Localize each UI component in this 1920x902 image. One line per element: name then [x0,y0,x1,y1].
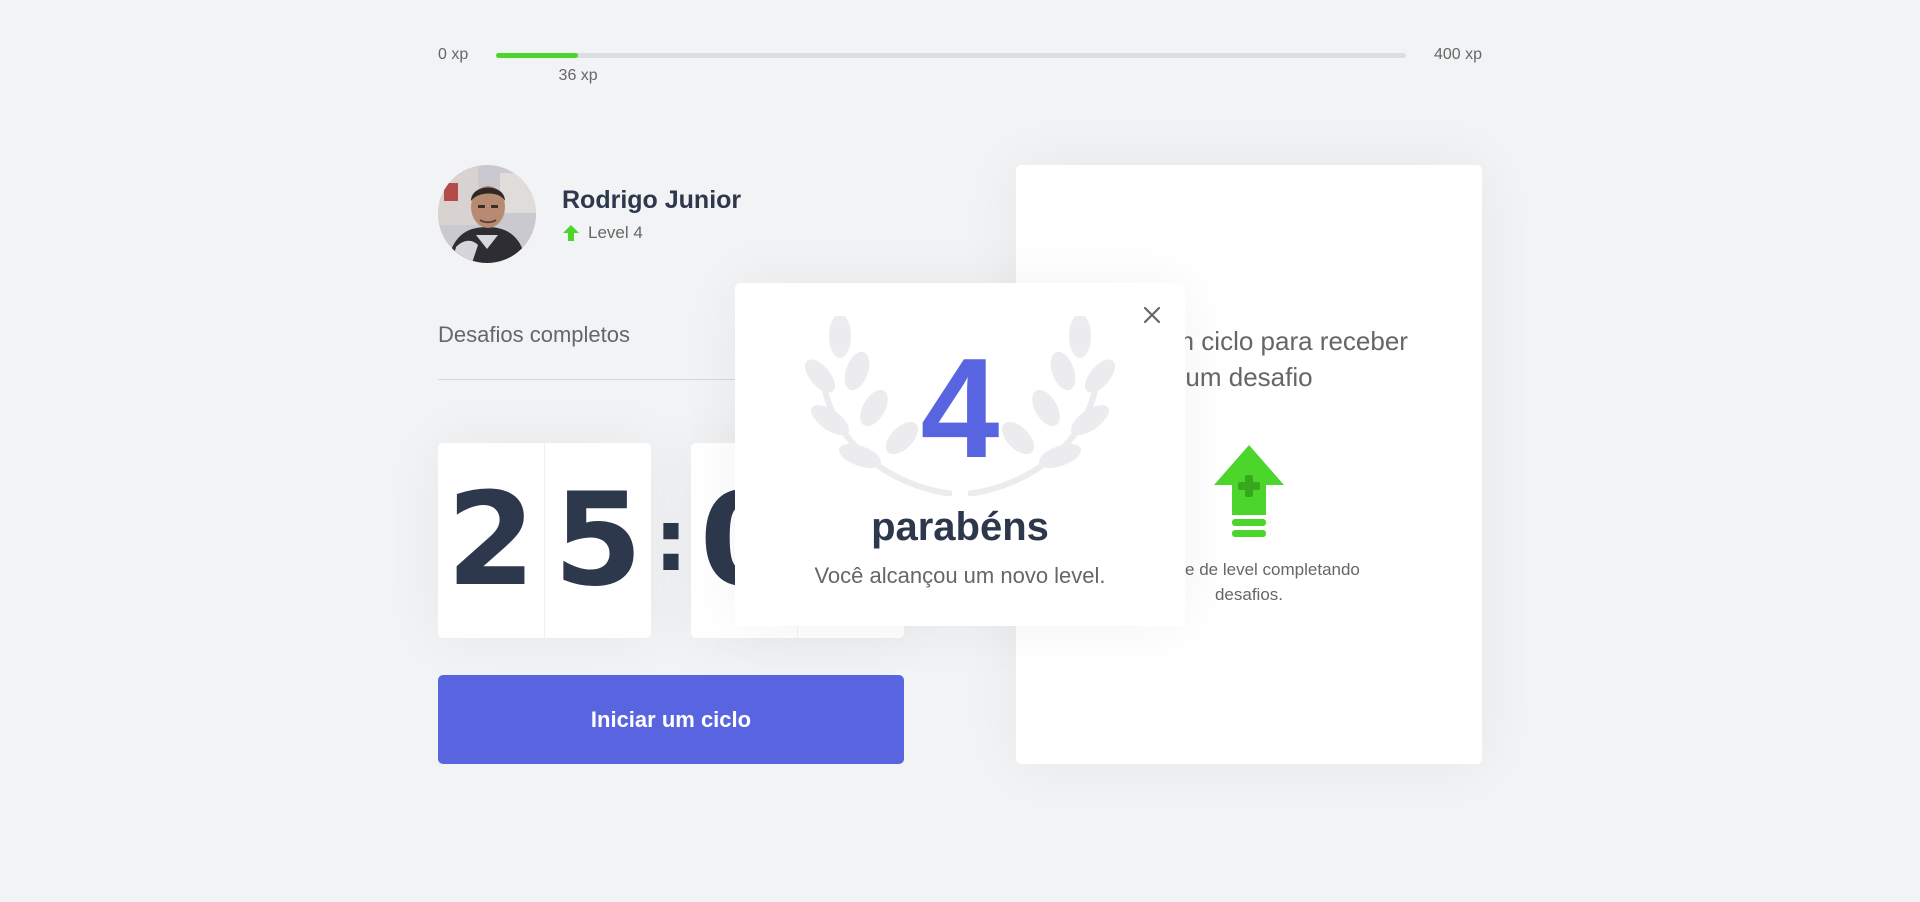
profile: Rodrigo Junior Level 4 [438,165,741,263]
level-up-icon [1214,445,1284,537]
profile-name: Rodrigo Junior [562,185,742,214]
avatar-photo [438,165,536,263]
experience-bar: 0 xp 36 xp 400 xp [438,40,1482,84]
countdown-minute-tens: 2 [438,443,545,638]
close-modal-button[interactable] [1137,300,1167,330]
modal-message: Você alcançou um novo level. [814,563,1106,588]
profile-level: Level 4 [562,223,741,243]
start-cycle-button[interactable]: Iniciar um ciclo [438,675,904,764]
completed-challenges-label: Desafios completos [438,322,630,347]
xp-max-label: 400 xp [1433,46,1482,63]
level-up-modal: 4 parabéns Você alcançou um novo level. [735,283,1185,626]
avatar [438,165,536,263]
countdown-minute-ones: 5 [553,466,643,615]
profile-info: Rodrigo Junior Level 4 [562,186,741,243]
xp-track: 36 xp [496,52,1406,84]
level-up-arrow-icon [563,224,579,241]
xp-current-label: 36 xp [558,66,598,84]
close-icon [1143,306,1161,324]
countdown-separator: : [653,490,689,591]
countdown-minutes: 2 5 [438,443,651,638]
modal-title: parabéns [871,505,1049,549]
profile-level-label: Level 4 [588,222,643,242]
xp-min-label: 0 xp [438,46,469,63]
xp-progress-fill [496,52,579,58]
modal-level-number: 4 [920,329,1000,488]
